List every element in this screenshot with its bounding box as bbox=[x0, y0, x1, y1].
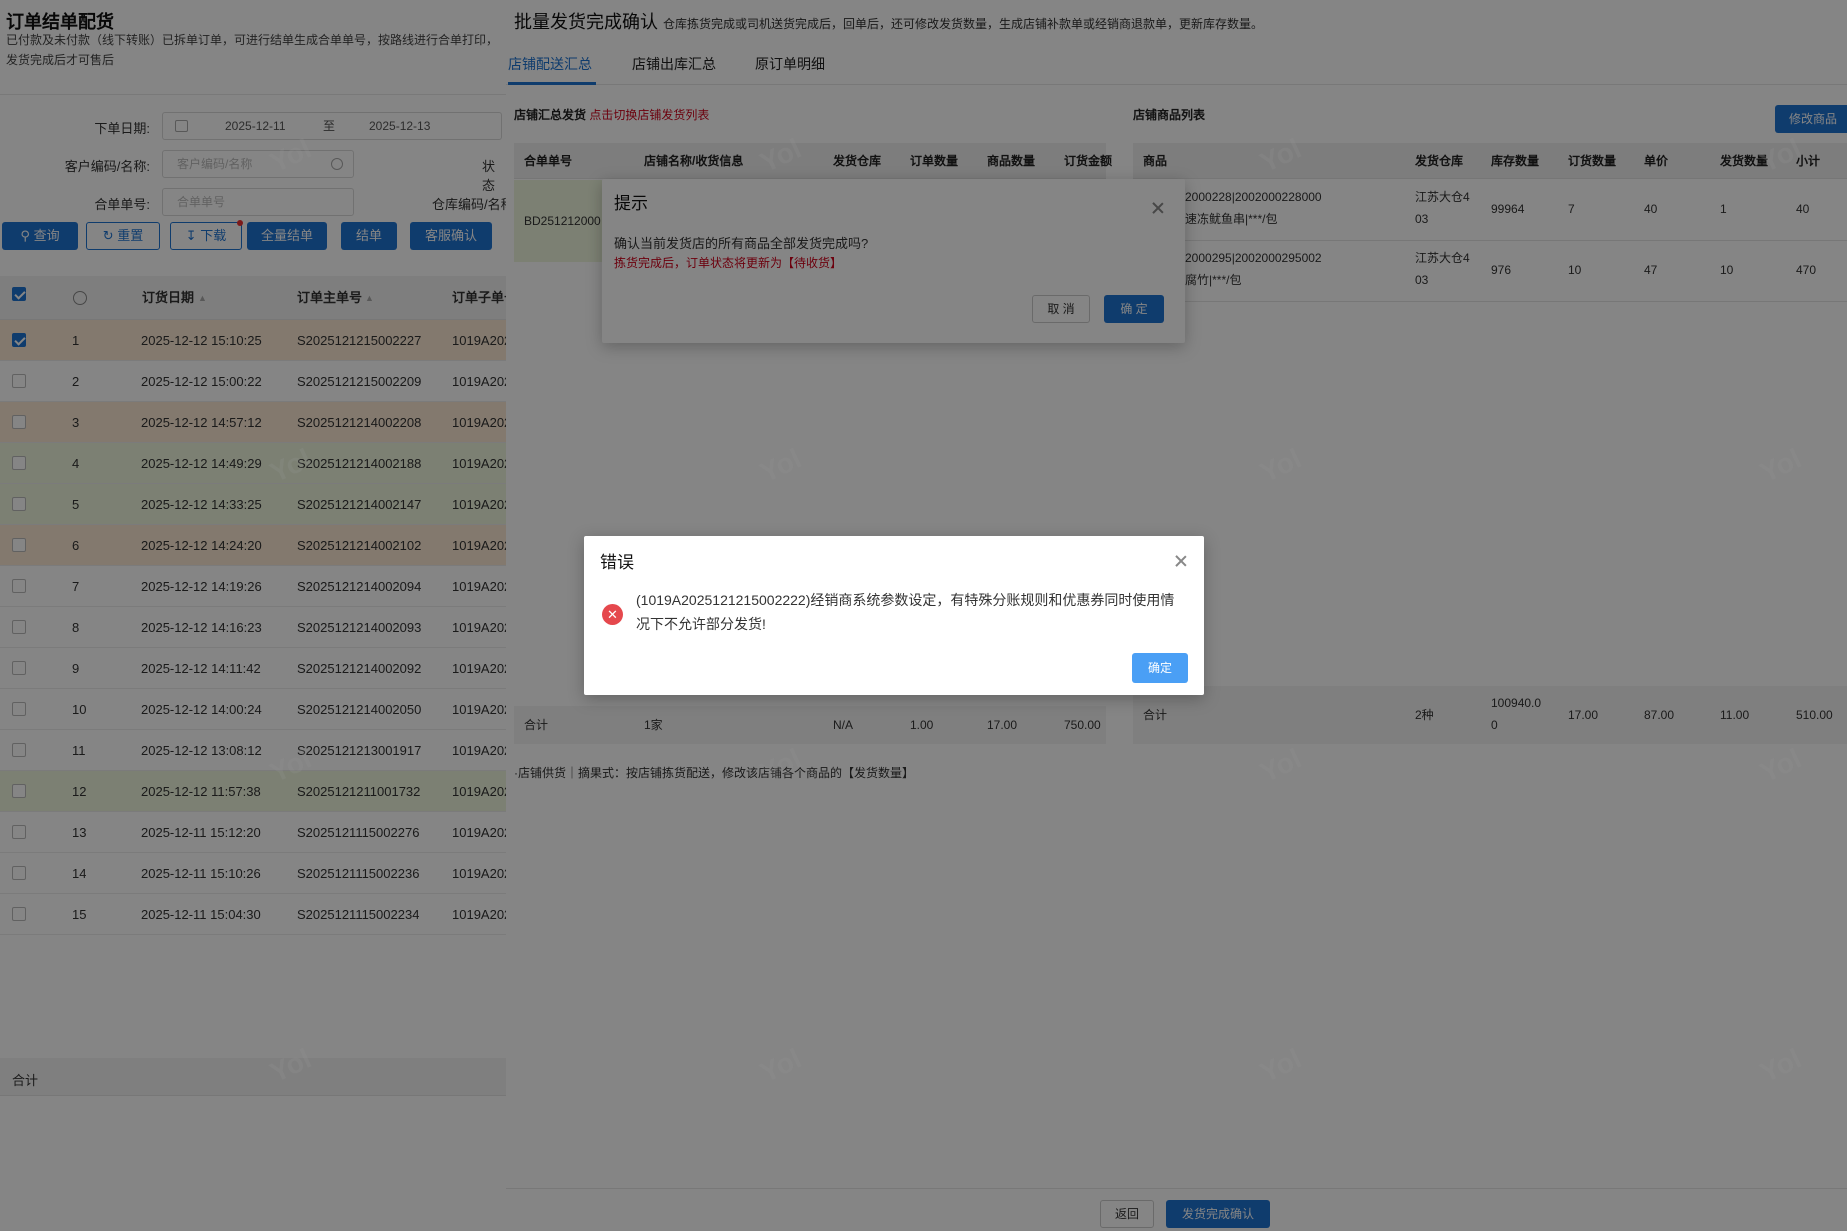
error-ok-button[interactable]: 确定 bbox=[1132, 653, 1188, 683]
error-icon: ✕ bbox=[602, 604, 623, 625]
error-dialog-title: 错误 bbox=[600, 553, 634, 572]
error-dialog-message: (1019A2025121215002222)经销商系统参数设定，有特殊分账规则… bbox=[636, 592, 1175, 632]
close-icon[interactable] bbox=[1174, 554, 1188, 568]
error-dialog: 错误 ✕ (1019A2025121215002222)经销商系统参数设定，有特… bbox=[584, 536, 1204, 695]
